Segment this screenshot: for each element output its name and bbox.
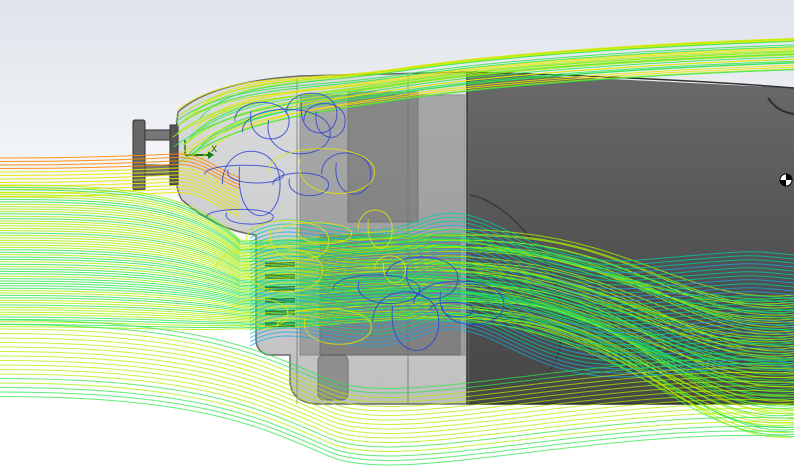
flow-simulation-viewport[interactable]: X bbox=[0, 0, 794, 467]
center-of-mass-icon bbox=[779, 173, 793, 187]
triad-x-label: X bbox=[211, 145, 218, 155]
scene-svg bbox=[0, 37, 794, 466]
engine-head bbox=[347, 91, 419, 223]
